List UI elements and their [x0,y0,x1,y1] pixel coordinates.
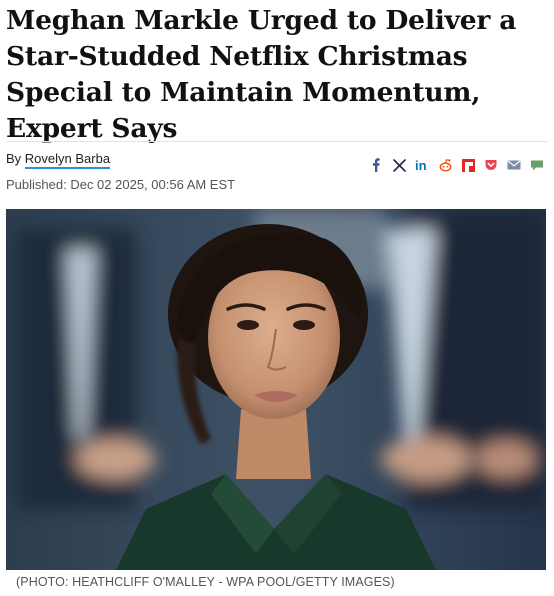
comment-icon[interactable] [528,156,546,174]
photo-caption: (PHOTO: HEATHCLIFF O'MALLEY - WPA POOL/G… [16,575,395,589]
divider [6,141,548,142]
linkedin-icon[interactable]: in [413,156,431,174]
article-headline: Meghan Markle Urged to Deliver a Star-St… [6,5,517,144]
byline: By Rovelyn Barba [6,151,111,169]
pocket-icon[interactable] [482,156,500,174]
author-link[interactable]: Rovelyn Barba [24,151,111,169]
share-bar: in [367,156,546,174]
facebook-icon[interactable] [367,156,385,174]
email-icon[interactable] [505,156,523,174]
byline-prefix: By [6,151,22,166]
x-icon[interactable] [390,156,408,174]
reddit-icon[interactable] [436,156,454,174]
svg-text:in: in [415,158,427,172]
flipboard-icon[interactable] [459,156,477,174]
published-date: Published: Dec 02 2025, 00:56 AM EST [6,177,236,192]
article-photo [6,209,546,570]
